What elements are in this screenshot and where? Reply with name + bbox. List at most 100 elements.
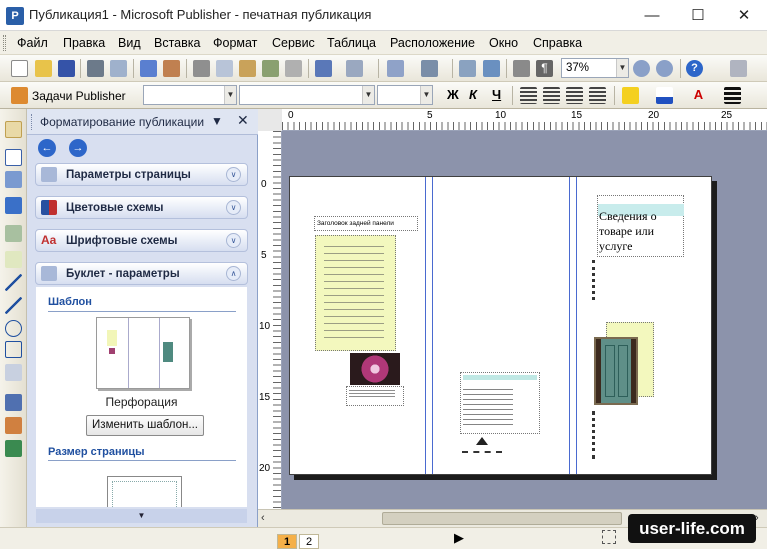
back-arrow-icon[interactable]: ← xyxy=(38,139,56,157)
logo-placeholder[interactable] xyxy=(462,435,502,453)
page-tab-2[interactable]: 2 xyxy=(299,534,319,549)
print-icon[interactable] xyxy=(87,60,104,77)
chevron-down-icon[interactable]: ▼ xyxy=(362,86,374,104)
print-preview-icon[interactable] xyxy=(110,60,127,77)
pane-dropdown-icon[interactable]: ▼ xyxy=(211,114,223,128)
chevron-down-icon[interactable]: ▼ xyxy=(224,86,236,104)
horizontal-ruler[interactable]: 0 5 10 15 20 25 xyxy=(282,109,767,131)
menu-window[interactable]: Окно xyxy=(489,36,518,50)
columns-icon[interactable] xyxy=(513,60,530,77)
cut-icon[interactable] xyxy=(193,60,210,77)
font-color-icon[interactable]: A xyxy=(690,87,707,104)
picture-caption[interactable] xyxy=(346,386,404,406)
pane-scroll-down-icon[interactable]: ▼ xyxy=(36,509,247,523)
scroll-left-icon[interactable]: ‹ xyxy=(261,512,265,524)
door-picture[interactable] xyxy=(594,337,638,405)
hot-spot-icon[interactable] xyxy=(5,394,22,411)
new-icon[interactable] xyxy=(11,60,28,77)
back-panel-heading[interactable]: Заголовок задней панели xyxy=(314,216,418,231)
toolbar-grip[interactable] xyxy=(3,35,6,51)
business-info-icon[interactable] xyxy=(5,440,22,457)
open-icon[interactable] xyxy=(35,60,52,77)
clear-icon[interactable] xyxy=(285,60,302,77)
chevron-down-icon[interactable]: ∨ xyxy=(226,167,241,182)
product-info-box[interactable]: Сведения о товаре или услуге xyxy=(597,195,684,257)
minimize-button[interactable]: — xyxy=(629,0,675,31)
align-left-icon[interactable] xyxy=(520,87,537,104)
redo-icon[interactable] xyxy=(346,60,363,77)
publisher-tasks-icon[interactable] xyxy=(11,87,28,104)
oval-icon[interactable] xyxy=(5,320,22,337)
chevron-down-icon[interactable]: ∨ xyxy=(226,233,241,248)
forward-arrow-icon[interactable]: → xyxy=(69,139,87,157)
page-size-thumbnail[interactable] xyxy=(107,476,182,507)
vertical-ruler[interactable]: 0 5 10 15 20 xyxy=(258,131,282,509)
hyperlink-icon[interactable] xyxy=(459,60,476,77)
flower-picture[interactable] xyxy=(350,353,400,385)
menu-tools[interactable]: Сервис xyxy=(272,36,315,50)
section-color-schemes[interactable]: Цветовые схемы ∨ xyxy=(35,196,248,219)
line-style-icon[interactable] xyxy=(724,87,741,104)
chevron-down-icon[interactable]: ▼ xyxy=(616,59,628,77)
menu-arrange[interactable]: Расположение xyxy=(390,36,475,50)
template-thumbnail[interactable] xyxy=(96,317,190,389)
zoom-combo[interactable]: 37% ▼ xyxy=(561,58,629,78)
menu-insert[interactable]: Вставка xyxy=(154,36,200,50)
zoom-in-icon[interactable] xyxy=(656,60,673,77)
picture-icon[interactable] xyxy=(5,225,22,242)
help-icon[interactable]: ? xyxy=(686,60,703,77)
italic-button[interactable]: К xyxy=(469,87,477,102)
undo-icon[interactable] xyxy=(315,60,332,77)
section-brochure-options[interactable]: Буклет - параметры ∧ xyxy=(35,262,248,285)
font-combo[interactable]: ▼ xyxy=(239,85,375,105)
chevron-down-icon[interactable]: ▼ xyxy=(420,86,432,104)
rotate-icon[interactable] xyxy=(421,60,438,77)
pane-close-icon[interactable]: ✕ xyxy=(237,112,249,129)
research-icon[interactable] xyxy=(163,60,180,77)
menu-help[interactable]: Справка xyxy=(533,36,582,50)
insert-table-icon[interactable] xyxy=(5,171,22,188)
fill-color-icon[interactable] xyxy=(622,87,639,104)
chevron-down-icon[interactable]: ∨ xyxy=(226,200,241,215)
menu-table[interactable]: Таблица xyxy=(327,36,376,50)
paste-icon[interactable] xyxy=(239,60,256,77)
brochure-page[interactable]: Заголовок задней панели Сведения о товар… xyxy=(289,176,712,475)
justify-icon[interactable] xyxy=(589,87,606,104)
line-color-icon[interactable] xyxy=(656,87,673,104)
toolbar-options-icon[interactable] xyxy=(730,60,747,77)
page-tab-1[interactable]: 1 xyxy=(277,534,297,549)
pane-grip[interactable] xyxy=(31,114,34,130)
design-gallery-icon[interactable] xyxy=(5,417,22,434)
section-font-schemes[interactable]: Aa Шрифтовые схемы ∨ xyxy=(35,229,248,252)
menu-edit[interactable]: Правка xyxy=(63,36,105,50)
zoom-out-icon[interactable] xyxy=(633,60,650,77)
bold-button[interactable]: Ж xyxy=(447,87,459,102)
contact-info-box[interactable] xyxy=(460,372,540,434)
spelling-icon[interactable] xyxy=(140,60,157,77)
publisher-tasks-label[interactable]: Задачи Publisher xyxy=(32,89,126,103)
text-box-icon[interactable] xyxy=(5,149,22,166)
rectangle-icon[interactable] xyxy=(5,341,22,358)
maximize-button[interactable]: ☐ xyxy=(675,0,721,31)
section-page-options[interactable]: Параметры страницы ∨ xyxy=(35,163,248,186)
change-template-button[interactable]: Изменить шаблон... xyxy=(86,415,204,436)
menu-view[interactable]: Вид xyxy=(118,36,141,50)
font-size-combo[interactable]: ▼ xyxy=(377,85,433,105)
clip-art-icon[interactable] xyxy=(5,251,22,268)
style-combo[interactable]: ▼ xyxy=(143,85,237,105)
pointer-icon[interactable] xyxy=(5,121,22,138)
pilcrow-icon[interactable]: ¶ xyxy=(536,60,553,77)
format-painter-icon[interactable] xyxy=(262,60,279,77)
align-right-icon[interactable] xyxy=(566,87,583,104)
copy-icon[interactable] xyxy=(216,60,233,77)
arrow-icon[interactable] xyxy=(5,297,22,314)
close-button[interactable]: ✕ xyxy=(721,0,767,31)
underline-button[interactable]: Ч xyxy=(492,87,501,102)
back-panel-text-box[interactable] xyxy=(315,235,396,351)
chevron-up-icon[interactable]: ∧ xyxy=(226,266,241,281)
menu-format[interactable]: Формат xyxy=(213,36,257,50)
zoom-page-icon[interactable] xyxy=(483,60,500,77)
autoshapes-icon[interactable] xyxy=(5,364,22,381)
align-center-icon[interactable] xyxy=(543,87,560,104)
bring-forward-icon[interactable] xyxy=(387,60,404,77)
